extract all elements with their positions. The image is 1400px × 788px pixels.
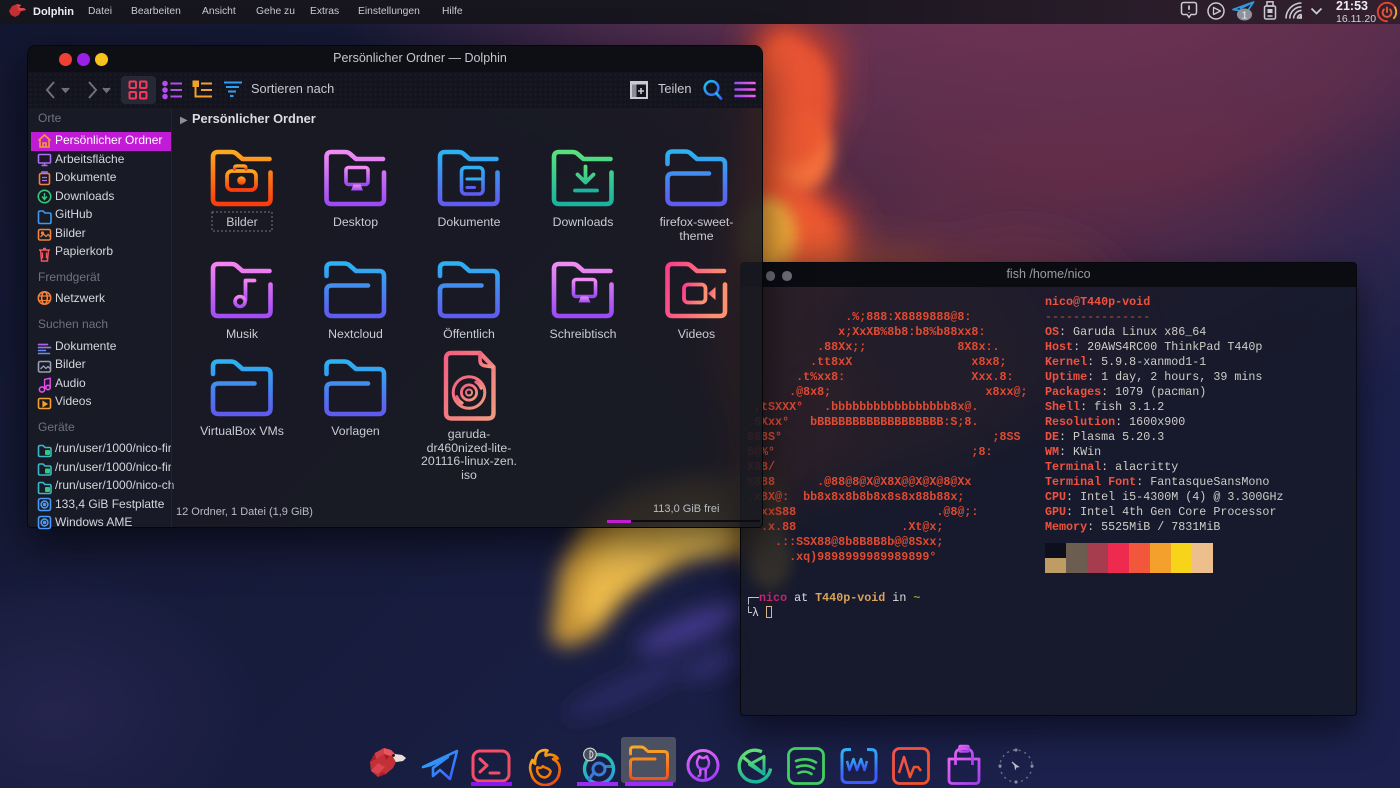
svg-text:1: 1	[1242, 10, 1248, 22]
